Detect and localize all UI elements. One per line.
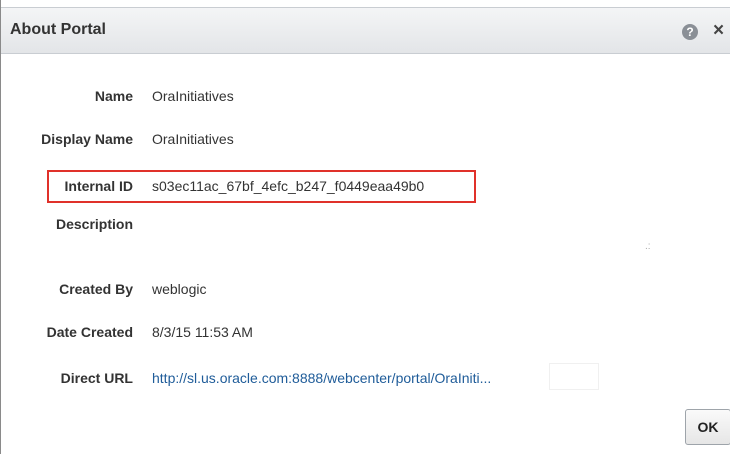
display-name-label: Display Name	[41, 131, 133, 147]
created-by-label: Created By	[59, 281, 133, 297]
dialog-title: About Portal	[10, 21, 106, 38]
description-label: Description	[55, 216, 133, 232]
resize-grip-icon[interactable]: .:	[645, 242, 651, 252]
close-icon[interactable]: ×	[713, 20, 724, 42]
date-created-value: 8/3/15 11:53 AM	[152, 324, 253, 340]
date-created-label: Date Created	[46, 324, 133, 340]
internal-id-label: Internal ID	[64, 178, 133, 194]
name-label: Name	[94, 88, 133, 104]
internal-id-value: s03ec11ac_67bf_4efc_b247_f0449eaa49b0	[152, 178, 425, 194]
direct-url-value: http://sl.us.oracle.com:8888/webcenter/p…	[152, 370, 491, 386]
name-value: OraInitiatives	[152, 88, 234, 104]
dialog-title-bar: About Portal ? ×	[1, 7, 730, 54]
help-icon[interactable]: ?	[682, 24, 698, 40]
about-portal-dialog: About Portal ? × Name OraInitiatives Dis…	[0, 0, 730, 454]
display-name-value: OraInitiatives	[152, 131, 234, 147]
ok-button[interactable]: OK	[685, 409, 730, 445]
created-by-value: weblogic	[152, 281, 207, 297]
direct-url-label: Direct URL	[60, 370, 133, 386]
direct-url-link[interactable]: http://sl.us.oracle.com:8888/webcenter/p…	[152, 370, 491, 386]
url-copy-box	[549, 363, 599, 390]
